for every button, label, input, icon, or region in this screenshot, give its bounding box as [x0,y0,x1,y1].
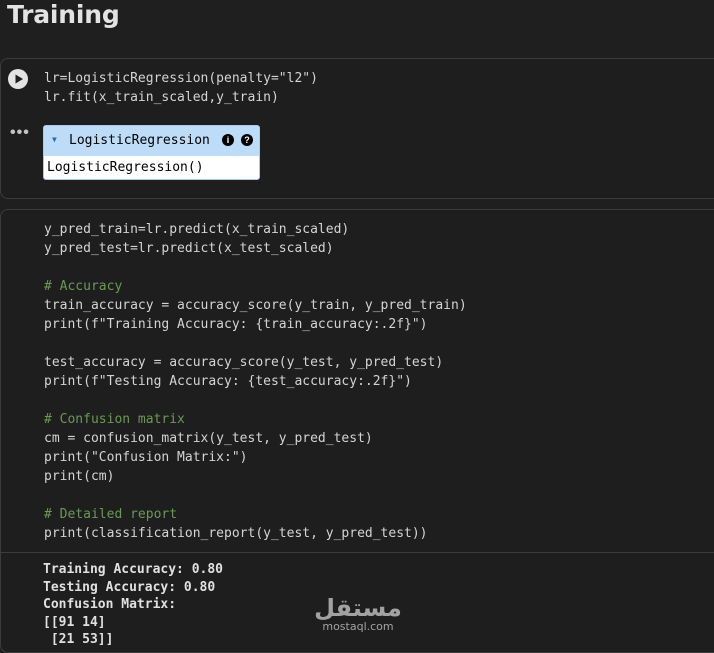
output-line: Testing Accuracy: 0.80 [43,579,216,595]
code-editor-2[interactable]: y_pred_train=lr.predict(x_train_scaled) … [44,220,467,543]
code-line: cm = confusion_matrix(y_test, y_pred_tes… [44,431,373,446]
play-icon [15,74,23,84]
code-comment: # Confusion matrix [44,412,185,427]
estimator-title: LogisticRegression [69,133,210,148]
info-icon[interactable]: i [222,134,234,146]
code-line: y_pred_train=lr.predict(x_train_scaled) [44,222,350,237]
help-icon[interactable]: ? [241,134,253,146]
watermark-logo: مستقل [314,594,402,622]
code-line: print(f"Training Accuracy: {train_accura… [44,317,428,332]
collapse-caret-icon[interactable]: ▼ [52,135,57,144]
watermark: مستقل mostaql.com [312,595,404,633]
code-line: y_pred_test=lr.predict(x_test_scaled) [44,241,334,256]
output-line: Confusion Matrix: [43,597,177,612]
output-line: [21 53]] [43,632,114,647]
code-line: print(classification_report(y_test, y_pr… [44,526,428,541]
estimator-header[interactable]: ▼ LogisticRegression i ? [44,126,259,156]
code-line: print(f"Testing Accuracy: {test_accuracy… [44,374,412,389]
output-actions-icon[interactable]: ••• [10,124,30,142]
output-line: Training Accuracy: 0.80 [43,562,224,577]
code-line: test_accuracy = accuracy_score(y_test, y… [44,355,444,370]
code-comment: # Accuracy [44,279,123,294]
watermark-site: mostaql.com [322,620,394,633]
code-editor-1[interactable]: lr=LogisticRegression(penalty="l2") lr.f… [44,69,318,107]
code-line: lr.fit(x_train_scaled,y_train) [44,90,279,105]
cell-output: Training Accuracy: 0.80 Testing Accuracy… [43,561,223,649]
estimator-repr: LogisticRegression() [47,160,204,175]
output-divider [0,552,714,553]
run-cell-button[interactable] [8,69,28,89]
code-line: lr=LogisticRegression(penalty="l2") [44,71,318,86]
code-line: print(cm) [44,469,115,484]
output-line: [[91 14] [43,614,106,630]
estimator-widget[interactable]: ▼ LogisticRegression i ? LogisticRegress… [43,125,260,180]
code-comment: # Detailed report [44,507,178,522]
code-line: train_accuracy = accuracy_score(y_train,… [44,298,467,313]
section-title: Training [7,0,120,29]
code-line: print("Confusion Matrix:") [44,450,248,465]
